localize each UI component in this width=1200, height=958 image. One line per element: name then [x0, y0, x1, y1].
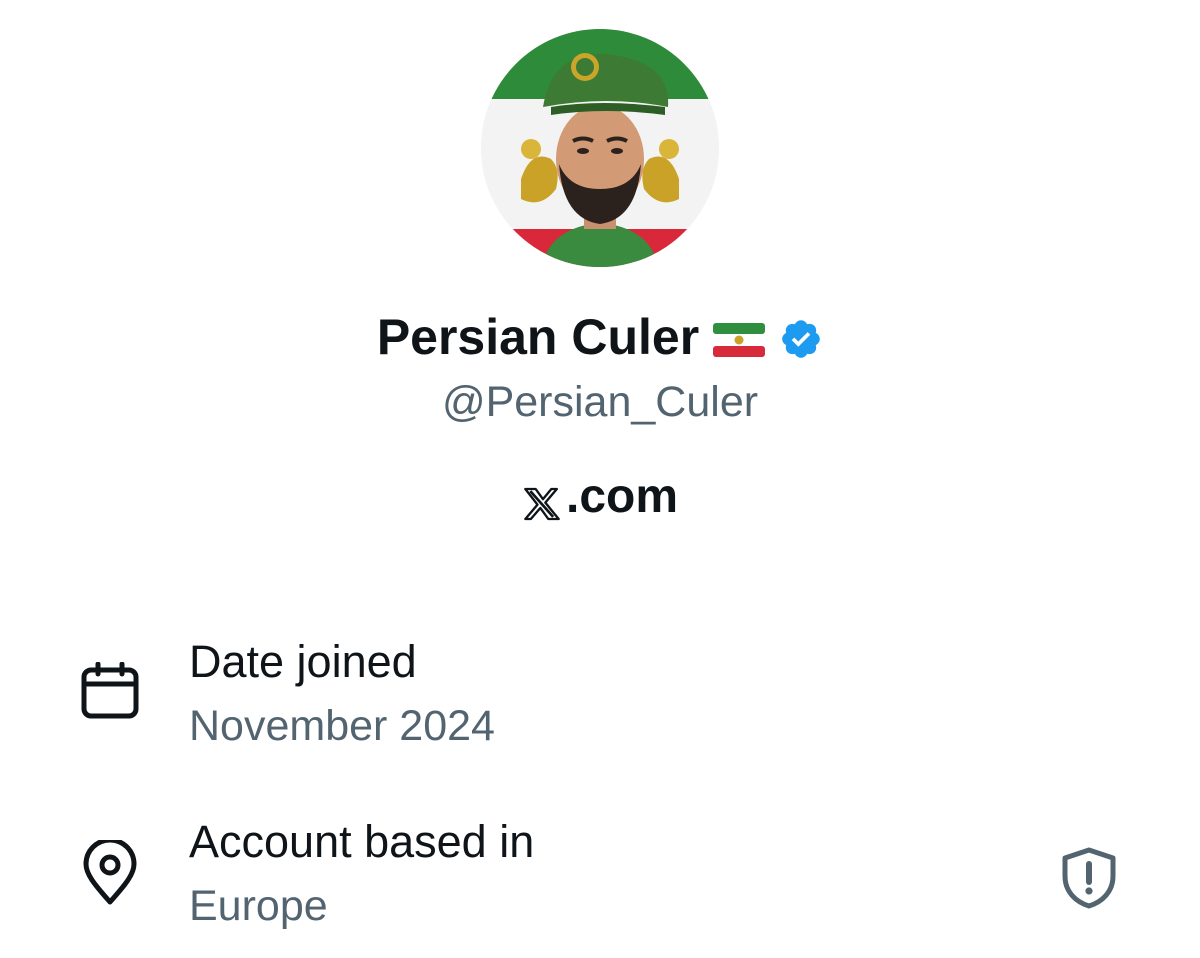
profile-handle: @Persian_Culer — [441, 378, 759, 426]
shield-alert-icon[interactable] — [1060, 846, 1118, 910]
avatar-image — [481, 29, 719, 267]
profile-avatar[interactable] — [481, 29, 719, 267]
account-location-label: Account based in — [189, 816, 535, 867]
location-pin-icon — [80, 837, 140, 911]
date-joined-row: Date joined November 2024 — [0, 632, 1200, 752]
date-joined-label: Date joined — [189, 636, 417, 687]
profile-name-row: Persian Culer — [0, 305, 1200, 369]
about-account-page: Persian Culer @Persian_Culer .com Date j… — [0, 0, 1200, 958]
date-joined-value: November 2024 — [189, 702, 495, 750]
source-site: .com — [0, 466, 1200, 528]
source-site-label: .com — [565, 470, 679, 523]
calendar-icon — [80, 661, 140, 727]
verified-badge-icon[interactable] — [779, 317, 823, 361]
account-location-value: Europe — [189, 882, 328, 930]
iran-flag-icon — [713, 323, 766, 357]
x-logo-icon — [522, 478, 562, 521]
account-location-row: Account based in Europe — [0, 812, 1200, 932]
profile-display-name: Persian Culer — [376, 309, 700, 365]
